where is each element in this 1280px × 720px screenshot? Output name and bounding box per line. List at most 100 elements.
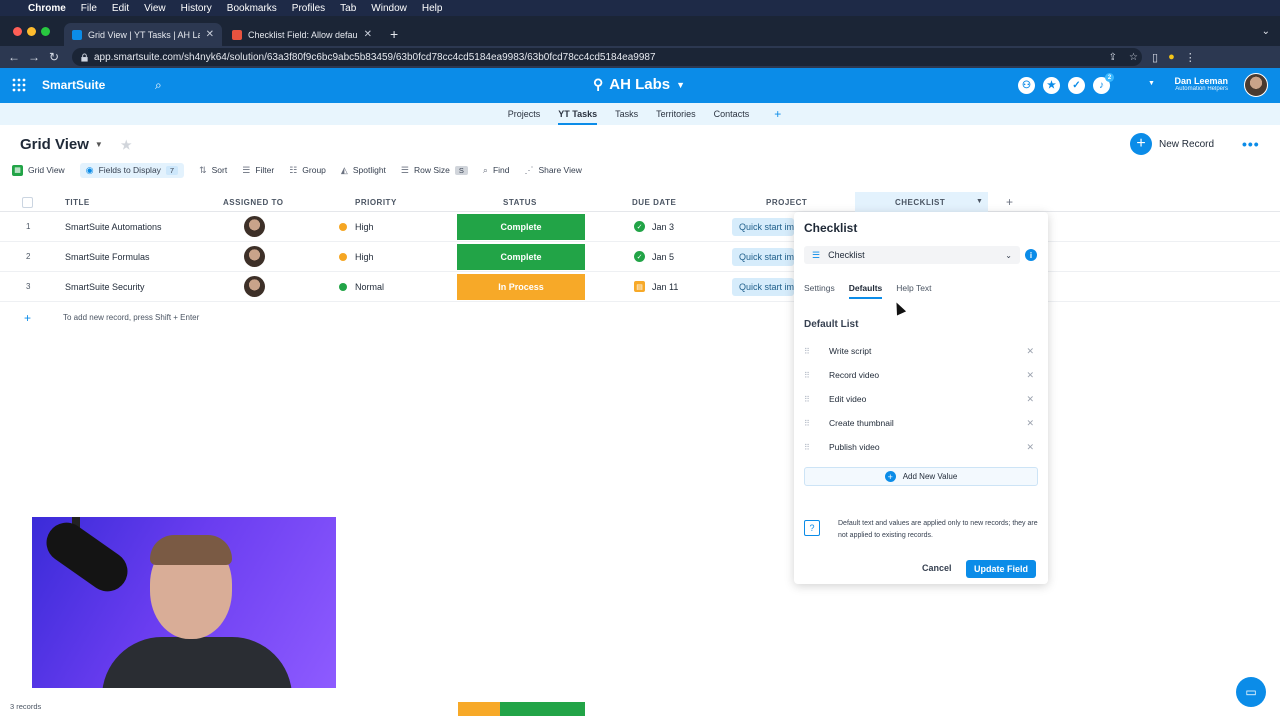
sidebar-icon[interactable]: ▯	[1152, 51, 1158, 64]
menu-edit[interactable]: Edit	[112, 3, 129, 14]
column-header-status[interactable]: STATUS	[503, 198, 537, 207]
assignee-avatar[interactable]	[244, 246, 265, 267]
priority-cell[interactable]: High	[339, 222, 374, 232]
drag-handle-icon[interactable]: ⠿	[804, 347, 810, 356]
new-tab-icon[interactable]: +	[390, 26, 398, 42]
menu-tab[interactable]: Tab	[340, 3, 356, 14]
add-record-plus-icon[interactable]: +	[24, 311, 31, 325]
chat-support-icon[interactable]: ▭	[1236, 677, 1266, 707]
bookmark-star-icon[interactable]: ☆	[1129, 52, 1138, 63]
due-date-cell[interactable]: ✓ Jan 3	[634, 221, 674, 232]
project-link-chip[interactable]: Quick start im	[732, 218, 794, 236]
tab-contacts[interactable]: Contacts	[714, 109, 750, 119]
workspace-selector[interactable]: ⚲ AH Labs ▼	[593, 76, 685, 93]
status-badge[interactable]: Complete	[457, 244, 585, 270]
favorite-view-star-icon[interactable]: ★	[121, 138, 132, 152]
due-date-cell[interactable]: ▤ Jan 11	[634, 281, 678, 292]
checklist-item-text[interactable]: Write script	[829, 346, 871, 356]
row-size-button[interactable]: ☰ Row Size S	[401, 165, 468, 176]
window-zoom-button[interactable]	[41, 27, 50, 36]
tab-defaults[interactable]: Defaults	[848, 283, 882, 299]
tab-settings[interactable]: Settings	[804, 283, 835, 293]
table-row[interactable]: 2 SmartSuite Formulas High Complete ✓ Jan…	[0, 242, 1280, 272]
browser-tab[interactable]: Checklist Field: Allow default ✕	[224, 23, 380, 46]
table-row[interactable]: 1 SmartSuite Automations High Complete ✓…	[0, 212, 1280, 242]
grid-view-button[interactable]: ▦ Grid View	[12, 164, 65, 176]
list-item[interactable]: ⠿ Create thumbnail ✕	[804, 413, 1038, 433]
find-button[interactable]: ⌕ Find	[483, 165, 510, 176]
checklist-item-text[interactable]: Publish video	[829, 442, 880, 452]
menu-profiles[interactable]: Profiles	[292, 3, 325, 14]
brand-name[interactable]: SmartSuite	[42, 78, 105, 92]
remove-item-icon[interactable]: ✕	[1026, 418, 1034, 429]
user-menu[interactable]: ▼ Dan Leeman Automation Helpers	[1148, 76, 1228, 92]
user-avatar[interactable]	[1244, 73, 1268, 97]
tab-territories[interactable]: Territories	[656, 109, 696, 119]
chrome-menu-icon[interactable]: ⋮	[1185, 51, 1196, 64]
field-name[interactable]: Checklist	[804, 221, 857, 235]
row-title[interactable]: SmartSuite Formulas	[65, 252, 150, 262]
reload-icon[interactable]: ↻	[44, 50, 64, 64]
column-header-due-date[interactable]: DUE DATE	[632, 198, 676, 207]
priority-cell[interactable]: High	[339, 252, 374, 262]
priority-cell[interactable]: Normal	[339, 282, 384, 292]
column-header-checklist[interactable]: CHECKLIST	[895, 198, 945, 207]
tab-tasks[interactable]: Tasks	[615, 109, 638, 119]
group-button[interactable]: ☷ Group	[289, 165, 326, 176]
table-row[interactable]: 3 SmartSuite Security Normal In Process …	[0, 272, 1280, 302]
remove-item-icon[interactable]: ✕	[1026, 346, 1034, 357]
search-icon[interactable]: ⌕	[155, 78, 162, 93]
menu-chrome[interactable]: Chrome	[28, 3, 66, 14]
close-tab-icon[interactable]: ✕	[206, 29, 214, 40]
more-options-icon[interactable]: •••	[1242, 136, 1260, 152]
status-badge[interactable]: Complete	[457, 214, 585, 240]
list-item[interactable]: ⠿ Publish video ✕	[804, 437, 1038, 457]
menu-file[interactable]: File	[81, 3, 97, 14]
list-item[interactable]: ⠿ Record video ✕	[804, 365, 1038, 385]
due-date-cell[interactable]: ✓ Jan 5	[634, 251, 674, 262]
new-record-button[interactable]: + New Record	[1130, 133, 1214, 155]
apps-grid-icon[interactable]	[12, 78, 26, 92]
checklist-item-text[interactable]: Create thumbnail	[829, 418, 894, 428]
menu-history[interactable]: History	[181, 3, 212, 14]
assignee-avatar[interactable]	[244, 276, 265, 297]
update-field-button[interactable]: Update Field	[966, 560, 1036, 578]
tab-yt-tasks[interactable]: YT Tasks	[558, 109, 597, 125]
drag-handle-icon[interactable]: ⠿	[804, 371, 810, 380]
close-tab-icon[interactable]: ✕	[364, 29, 372, 40]
menu-view[interactable]: View	[144, 3, 166, 14]
tasks-check-icon[interactable]: ✓	[1068, 77, 1085, 94]
tab-search-chevron-icon[interactable]: ⌄	[1262, 26, 1270, 37]
info-icon[interactable]: i	[1025, 249, 1037, 261]
sort-button[interactable]: ⇅ Sort	[199, 165, 227, 176]
notifications-bell-icon[interactable]: ♪ 2	[1093, 73, 1114, 94]
column-header-project[interactable]: PROJECT	[766, 198, 807, 207]
drag-handle-icon[interactable]: ⠿	[804, 395, 810, 404]
select-all-checkbox[interactable]	[22, 197, 33, 208]
forward-icon[interactable]: →	[24, 50, 44, 64]
column-menu-chevron-icon[interactable]: ▼	[976, 198, 983, 205]
spotlight-button[interactable]: ◭ Spotlight	[341, 165, 386, 176]
list-item[interactable]: ⠿ Write script ✕	[804, 341, 1038, 361]
column-header-assigned-to[interactable]: ASSIGNED TO	[223, 198, 283, 207]
extension-icon[interactable]: ●	[1168, 51, 1175, 63]
add-column-icon[interactable]: +	[1006, 195, 1014, 209]
assignee-avatar[interactable]	[244, 216, 265, 237]
column-header-title[interactable]: TITLE	[65, 198, 90, 207]
status-badge[interactable]: In Process	[457, 274, 585, 300]
add-new-value-button[interactable]: + Add New Value	[804, 467, 1038, 486]
share-view-button[interactable]: ⋰ Share View	[525, 165, 582, 176]
window-close-button[interactable]	[13, 27, 22, 36]
column-header-priority[interactable]: PRIORITY	[355, 198, 397, 207]
field-type-select[interactable]: ☰ Checklist ⌄	[804, 246, 1020, 264]
back-icon[interactable]: ←	[4, 50, 24, 64]
project-link-chip[interactable]: Quick start im	[732, 278, 794, 296]
window-minimize-button[interactable]	[27, 27, 36, 36]
add-table-icon[interactable]: +	[774, 107, 781, 121]
list-item[interactable]: ⠿ Edit video ✕	[804, 389, 1038, 409]
browser-tab-active[interactable]: Grid View | YT Tasks | AH Labs ✕	[64, 23, 222, 46]
integrations-icon[interactable]: ⚇	[1018, 77, 1035, 94]
menu-bookmarks[interactable]: Bookmarks	[227, 3, 277, 14]
checklist-item-text[interactable]: Record video	[829, 370, 879, 380]
fields-to-display-button[interactable]: ◉ Fields to Display 7	[79, 162, 185, 178]
